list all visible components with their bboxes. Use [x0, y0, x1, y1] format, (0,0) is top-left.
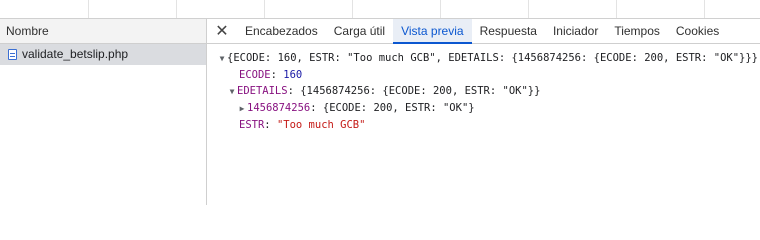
devtools-network-panel: Nombre validate_betslip.php ✕ Encabezado…: [0, 0, 760, 205]
timeline-tick: [616, 0, 617, 18]
json-sub-line[interactable]: ▶ 1456874256: {ECODE: 200, ESTR: "OK"}: [207, 100, 760, 117]
request-details: ✕ Encabezados Carga útil Vista previa Re…: [207, 19, 760, 205]
json-edetails-line[interactable]: ▼ EDETAILS: {1456874256: {ECODE: 200, EST…: [207, 83, 760, 100]
tab-payload[interactable]: Carga útil: [326, 19, 393, 43]
edetails-key: EDETAILS: [237, 85, 288, 97]
timeline-tick: [176, 0, 177, 18]
timeline-tick: [704, 0, 705, 18]
timeline-tick: [440, 0, 441, 18]
tab-timing[interactable]: Tiempos: [606, 19, 668, 43]
ecode-value: 160: [283, 69, 303, 81]
estr-value: "Too much GCB": [276, 119, 366, 131]
tab-cookies[interactable]: Cookies: [668, 19, 727, 43]
expanded-triangle-icon[interactable]: ▼: [217, 51, 227, 67]
timeline-tick: [528, 0, 529, 18]
tab-preview[interactable]: Vista previa: [393, 19, 473, 44]
timeline-tick: [88, 0, 89, 18]
document-icon: [8, 49, 17, 60]
json-ecode-line: ECODE: 160: [239, 69, 303, 81]
name-column-header[interactable]: Nombre: [0, 19, 206, 44]
estr-key: ESTR: [239, 119, 265, 131]
tab-response[interactable]: Respuesta: [472, 19, 545, 43]
tab-initiator[interactable]: Iniciador: [545, 19, 606, 43]
request-row[interactable]: validate_betslip.php: [0, 44, 206, 65]
expanded-triangle-icon[interactable]: ▼: [227, 84, 237, 100]
sub-summary: {ECODE: 200, ESTR: "OK"}: [322, 102, 475, 114]
request-list: Nombre validate_betslip.php: [0, 19, 207, 205]
request-filename: validate_betslip.php: [22, 47, 129, 61]
json-preview: ▼ {ECODE: 160, ESTR: "Too much GCB", EDET…: [207, 44, 760, 133]
edetails-summary: {1456874256: {ECODE: 200, ESTR: "OK"}}: [300, 85, 541, 97]
details-tab-bar: ✕ Encabezados Carga útil Vista previa Re…: [207, 19, 760, 44]
json-root-line[interactable]: ▼ {ECODE: 160, ESTR: "Too much GCB", EDET…: [207, 50, 760, 67]
close-icon[interactable]: ✕: [207, 19, 237, 43]
root-summary: {ECODE: 160, ESTR: "Too much GCB", EDETA…: [227, 52, 759, 64]
sub-key: 1456874256: [247, 102, 311, 114]
tab-headers[interactable]: Encabezados: [237, 19, 326, 43]
ecode-key: ECODE: [239, 69, 271, 81]
collapsed-triangle-icon[interactable]: ▶: [237, 101, 247, 117]
timeline-strip: [0, 0, 760, 19]
json-estr-line: ESTR: "Too much GCB": [239, 119, 366, 131]
timeline-tick: [264, 0, 265, 18]
timeline-tick: [352, 0, 353, 18]
